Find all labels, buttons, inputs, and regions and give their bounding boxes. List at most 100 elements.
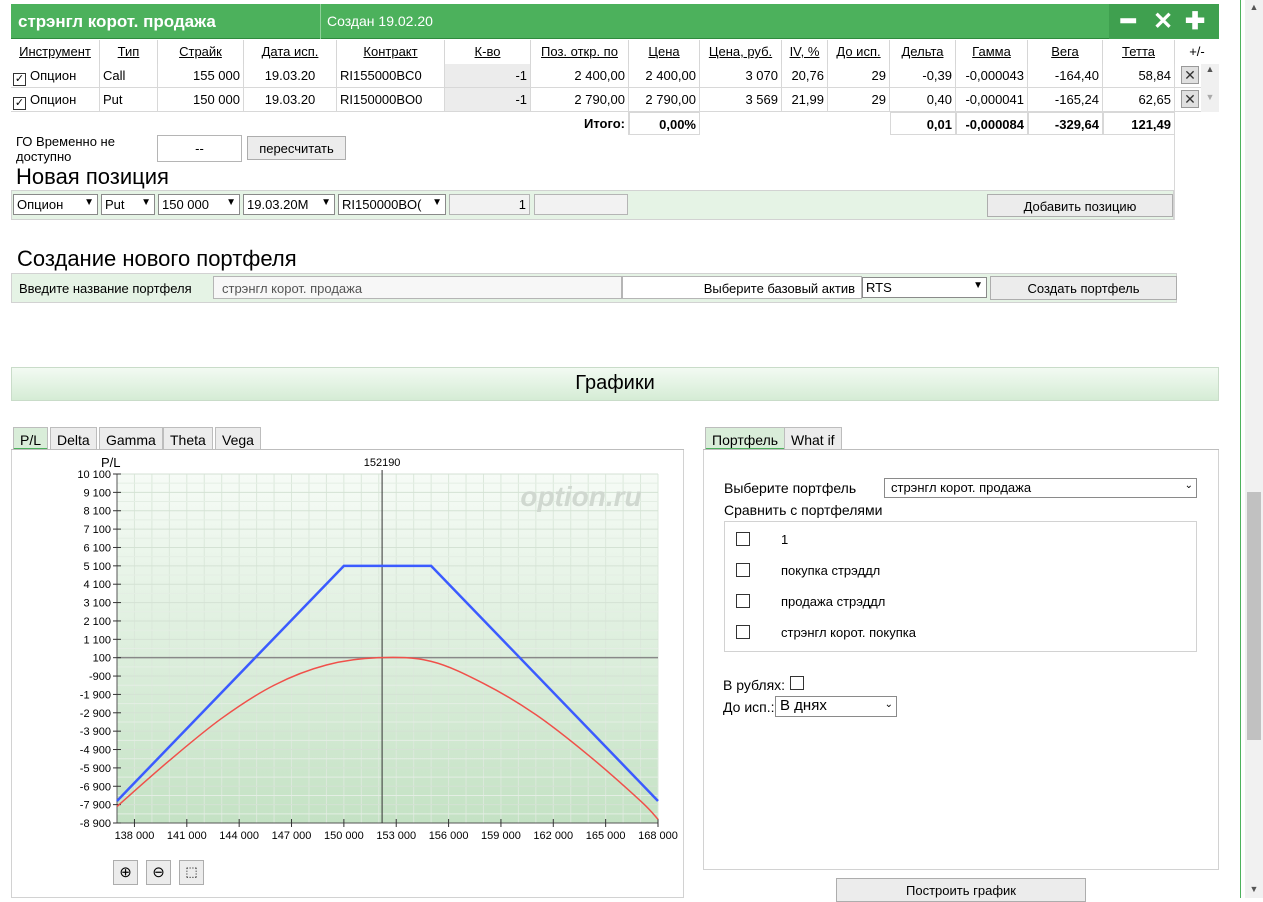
compare-item[interactable] bbox=[736, 594, 750, 611]
x-tick-label: 138 000 bbox=[115, 830, 155, 842]
y-tick-label: 3 100 bbox=[83, 598, 111, 610]
col-price-rub[interactable]: Цена, руб. bbox=[700, 40, 782, 64]
zoom-in-icon[interactable]: ⊕ bbox=[113, 860, 138, 885]
col-date[interactable]: Дата исп. bbox=[244, 40, 337, 64]
row-date: 19.03.20 bbox=[244, 64, 337, 87]
compare-label: Сравнить с портфелями bbox=[724, 502, 883, 518]
marker-label: 152190 bbox=[364, 457, 401, 469]
create-portfolio-button[interactable]: Создать портфель bbox=[990, 276, 1177, 300]
zoom-out-icon[interactable]: ⊖ bbox=[146, 860, 171, 885]
new-portfolio-title: Создание нового портфеля bbox=[17, 246, 297, 271]
row-checkbox[interactable]: ✓ bbox=[13, 97, 26, 110]
tab-theta[interactable]: Theta bbox=[163, 427, 213, 451]
days-select[interactable]: В днях ⌄ bbox=[775, 696, 897, 717]
col-instrument[interactable]: Инструмент bbox=[11, 40, 100, 64]
scroll-down-icon[interactable]: ▼ bbox=[1201, 92, 1219, 102]
y-tick-label: 8 100 bbox=[83, 506, 111, 518]
portfolio-name-label: Введите название портфеля bbox=[19, 281, 192, 296]
y-tick-label: 9 100 bbox=[83, 487, 111, 499]
col-type[interactable]: Тип bbox=[100, 40, 158, 64]
col-open[interactable]: Поз. откр. по bbox=[531, 40, 629, 64]
compare-item[interactable] bbox=[736, 532, 750, 549]
close-icon[interactable]: ✕ bbox=[1153, 7, 1173, 36]
col-theta[interactable]: Тетта bbox=[1103, 40, 1175, 64]
zoom-fit-icon[interactable]: ⬚ bbox=[179, 860, 204, 885]
col-delta[interactable]: Дельта bbox=[890, 40, 956, 64]
chevron-down-icon: ⌄ bbox=[1184, 480, 1193, 491]
remove-row-icon[interactable]: ✕ bbox=[1181, 90, 1199, 108]
col-qty[interactable]: К-во bbox=[445, 40, 531, 64]
strike-select[interactable]: 150 000 ▼ bbox=[158, 194, 240, 215]
checkbox[interactable] bbox=[736, 532, 750, 546]
tab-vega[interactable]: Vega bbox=[215, 427, 261, 451]
col-add-remove: +/- bbox=[1175, 40, 1219, 64]
compare-item[interactable] bbox=[736, 625, 750, 642]
y-tick-label: -3 900 bbox=[80, 726, 111, 738]
type-select[interactable]: Put ▼ bbox=[101, 194, 155, 215]
row-qty[interactable]: -1 bbox=[445, 88, 531, 111]
col-gamma[interactable]: Гамма bbox=[956, 40, 1028, 64]
checkbox[interactable] bbox=[736, 625, 750, 639]
divider bbox=[1174, 112, 1175, 220]
row-contract: RI155000BC0 bbox=[337, 64, 445, 87]
rub-checkbox[interactable] bbox=[790, 676, 804, 690]
totals-vega: -329,64 bbox=[1028, 112, 1103, 135]
scroll-down-icon[interactable]: ▼ bbox=[1245, 884, 1263, 894]
tab-portfolio[interactable]: Портфель bbox=[705, 427, 786, 451]
row-days: 29 bbox=[828, 64, 890, 87]
y-tick-label: -4 900 bbox=[80, 745, 111, 757]
minimize-icon[interactable]: ━ bbox=[1121, 7, 1135, 36]
col-vega[interactable]: Вега bbox=[1028, 40, 1103, 64]
table-scrollbar[interactable]: ▲ ▼ bbox=[1201, 64, 1219, 112]
row-qty[interactable]: -1 bbox=[445, 64, 531, 87]
compare-item[interactable] bbox=[736, 563, 750, 580]
x-tick-label: 168 000 bbox=[638, 830, 678, 842]
add-position-button[interactable]: Добавить позицию bbox=[987, 194, 1173, 217]
row-theta: 62,65 bbox=[1103, 88, 1175, 111]
col-price[interactable]: Цена bbox=[629, 40, 700, 64]
portfolio-title: стрэнгл корот. продажа bbox=[18, 12, 216, 31]
date-select[interactable]: 19.03.20M ▼ bbox=[243, 194, 335, 215]
qty-input[interactable]: 1 bbox=[449, 194, 530, 215]
chevron-down-icon: ▼ bbox=[141, 197, 151, 208]
chevron-down-icon: ▼ bbox=[432, 197, 442, 208]
row-price: 2 400,00 bbox=[629, 64, 700, 87]
x-tick-label: 159 000 bbox=[481, 830, 521, 842]
x-tick-label: 150 000 bbox=[324, 830, 364, 842]
tab-what-if[interactable]: What if bbox=[784, 427, 842, 451]
y-tick-label: -8 900 bbox=[80, 818, 111, 830]
portfolio-name-input[interactable]: стрэнгл корот. продажа bbox=[213, 276, 622, 299]
tab-pl[interactable]: P/L bbox=[13, 427, 49, 451]
tab-gamma[interactable]: Gamma bbox=[99, 427, 163, 451]
row-instrument: Опцион bbox=[30, 68, 77, 83]
recalc-button[interactable]: пересчитать bbox=[247, 136, 346, 160]
col-contract[interactable]: Контракт bbox=[337, 40, 445, 64]
scroll-up-icon[interactable]: ▲ bbox=[1201, 64, 1219, 74]
tab-delta[interactable]: Delta bbox=[50, 427, 97, 451]
build-chart-button[interactable]: Построить график bbox=[836, 878, 1086, 902]
row-checkbox[interactable]: ✓ bbox=[13, 73, 26, 86]
checkbox[interactable] bbox=[736, 563, 750, 577]
col-strike[interactable]: Страйк bbox=[158, 40, 244, 64]
positions-table-header: Инструмент Тип Страйк Дата исп. Контракт… bbox=[11, 40, 1219, 64]
x-tick-label: 141 000 bbox=[167, 830, 207, 842]
compare-item-label: покупка стрэддл bbox=[781, 563, 881, 578]
scrollbar-thumb[interactable] bbox=[1247, 492, 1261, 740]
select-portfolio[interactable]: стрэнгл корот. продажа ⌄ bbox=[884, 478, 1197, 498]
contract-select[interactable]: RI150000BO(▼ bbox=[338, 194, 446, 215]
page-scrollbar[interactable]: ▲ ▼ bbox=[1245, 0, 1263, 898]
checkbox[interactable] bbox=[736, 594, 750, 608]
instrument-select[interactable]: Опцион ▼ bbox=[13, 194, 98, 215]
base-asset-select[interactable]: RTS ▼ bbox=[862, 277, 987, 298]
col-days[interactable]: До исп. bbox=[828, 40, 890, 64]
y-tick-label: -7 900 bbox=[80, 800, 111, 812]
scroll-up-icon[interactable]: ▲ bbox=[1245, 2, 1263, 12]
x-tick-label: 144 000 bbox=[219, 830, 259, 842]
add-icon[interactable]: ✚ bbox=[1185, 7, 1205, 36]
remove-row-icon[interactable]: ✕ bbox=[1181, 66, 1199, 84]
created-date: Создан 19.02.20 bbox=[320, 4, 1120, 39]
col-iv[interactable]: IV, % bbox=[782, 40, 828, 64]
days-label: До исп.: bbox=[723, 699, 775, 715]
price-input[interactable] bbox=[534, 194, 628, 215]
totals-theta: 121,49 bbox=[1103, 112, 1175, 135]
